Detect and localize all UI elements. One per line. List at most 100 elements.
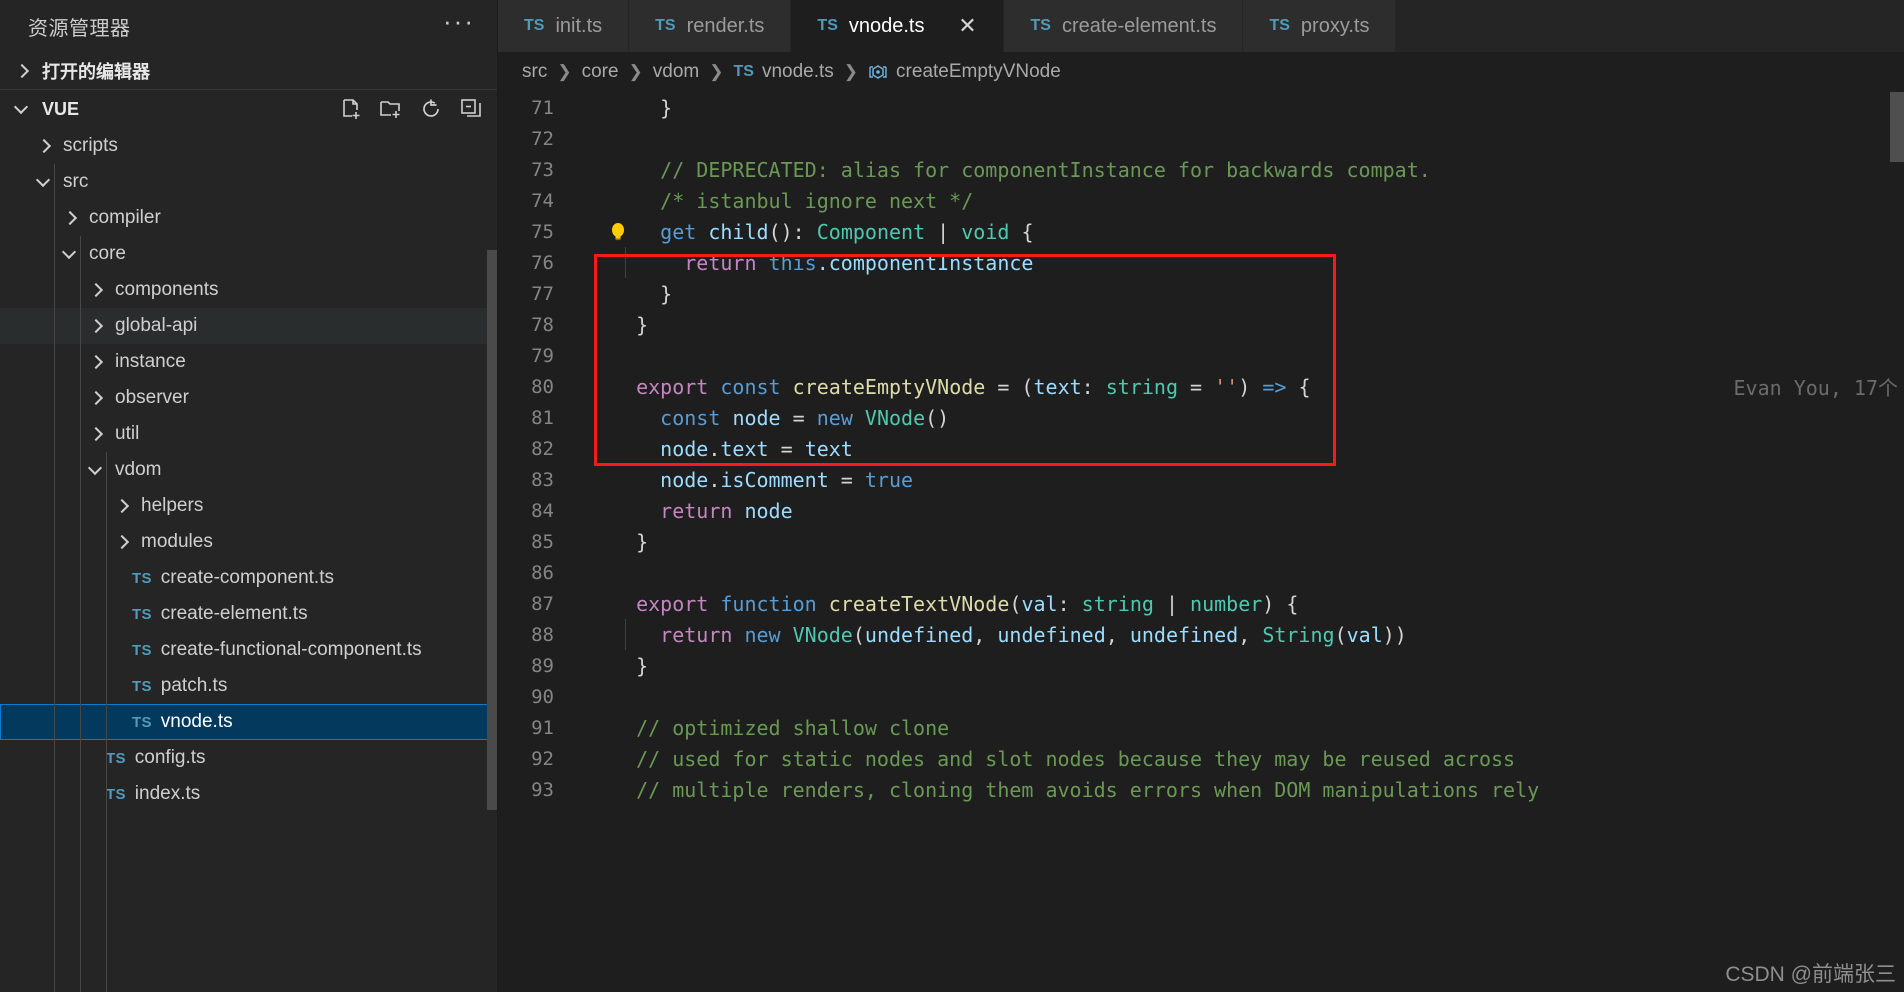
code-line[interactable]: 71 }: [498, 92, 1904, 123]
new-folder-icon[interactable]: [379, 97, 403, 121]
line-number: 72: [531, 127, 554, 150]
code-token: '': [1214, 374, 1239, 399]
code-line[interactable]: 93 // multiple renders, cloning them avo…: [498, 774, 1904, 805]
code-text: }: [570, 96, 672, 120]
tree-folder-vdom[interactable]: vdom: [0, 452, 497, 488]
tree-folder-global-api[interactable]: global-api: [0, 308, 497, 344]
tree-item-label: create-functional-component.ts: [160, 639, 422, 660]
code-token: text: [1033, 374, 1082, 399]
breadcrumb-item[interactable]: src: [522, 61, 547, 83]
close-icon[interactable]: ✕: [957, 15, 977, 37]
tree-folder-instance[interactable]: instance: [0, 344, 497, 380]
editor-tab-proxy.ts[interactable]: TS proxy.ts: [1243, 0, 1397, 52]
breadcrumb-item[interactable]: TS vnode.ts: [734, 61, 834, 83]
tree-file-create-component.ts[interactable]: TS create-component.ts: [0, 560, 497, 596]
code-line[interactable]: 83 node.isComment = true: [498, 464, 1904, 495]
tree-item-label: helpers: [141, 495, 204, 516]
code-line[interactable]: 75 get child(): Component | void {: [498, 216, 1904, 247]
tree-folder-compiler[interactable]: compiler: [0, 200, 497, 236]
explorer-more-actions-button[interactable]: ···: [443, 8, 475, 37]
code-line[interactable]: 87 export function createTextVNode(val: …: [498, 588, 1904, 619]
code-line[interactable]: 73 // DEPRECATED: alias for componentIns…: [498, 154, 1904, 185]
breadcrumb-item[interactable]: vdom: [653, 61, 699, 83]
code-token: (: [1009, 591, 1022, 616]
editor-scrollbar-thumb[interactable]: [1890, 92, 1904, 162]
editor-tab-create-element.ts[interactable]: TS create-element.ts: [1004, 0, 1244, 52]
section-open-editors[interactable]: 打开的编辑器: [0, 52, 497, 90]
editor-tab-render.ts[interactable]: TS render.ts: [629, 0, 792, 52]
code-line[interactable]: 80 export const createEmptyVNode = (text…: [498, 371, 1904, 402]
chevron-right-icon: [114, 497, 132, 515]
tree-file-patch.ts[interactable]: TS patch.ts: [0, 668, 497, 704]
code-editor[interactable]: 71 } 72 73 // DEPRECATED: alias for compon…: [498, 92, 1904, 992]
code-line[interactable]: 84 return node: [498, 495, 1904, 526]
refresh-icon[interactable]: [419, 97, 443, 121]
lightbulb-quickfix-icon[interactable]: [610, 222, 626, 244]
code-token: VNode: [792, 622, 853, 647]
tree-folder-scripts[interactable]: scripts: [0, 128, 497, 164]
tree-item-label: vnode.ts: [160, 711, 233, 732]
editor-tab-vnode.ts[interactable]: TS vnode.ts ✕: [791, 0, 1005, 52]
tree-folder-src[interactable]: src: [0, 164, 497, 200]
code-line[interactable]: 72: [498, 123, 1904, 154]
code-token: {: [1009, 219, 1034, 244]
chevron-right-icon: [36, 137, 54, 155]
tree-item-label: components: [115, 279, 219, 300]
code-line[interactable]: 78 }: [498, 309, 1904, 340]
tree-item-label: compiler: [89, 207, 161, 228]
breadcrumb-label: vdom: [652, 61, 700, 82]
code-line[interactable]: 88 return new VNode(undefined, undefined…: [498, 619, 1904, 650]
typescript-file-icon: TS: [132, 605, 152, 623]
code-line[interactable]: 81 const node = new VNode(): [498, 402, 1904, 433]
editor-tab-init.ts[interactable]: TS init.ts: [498, 0, 630, 52]
sidebar-scrollbar-thumb[interactable]: [487, 250, 497, 810]
chevron-right-icon: [88, 425, 106, 443]
tree-file-config.ts[interactable]: TS config.ts: [0, 740, 497, 776]
code-line[interactable]: 85 }: [498, 526, 1904, 557]
tree-folder-modules[interactable]: modules: [0, 524, 497, 560]
collapse-all-icon[interactable]: [459, 97, 483, 121]
code-line[interactable]: 77 }: [498, 278, 1904, 309]
code-line[interactable]: 89 }: [498, 650, 1904, 681]
tree-file-index.ts[interactable]: TS index.ts: [0, 776, 497, 812]
chevron-right-icon: [88, 281, 106, 299]
breadcrumb-item[interactable]: createEmptyVNode: [868, 61, 1061, 83]
code-token: ,: [1238, 622, 1263, 647]
code-line[interactable]: 82 node.text = text: [498, 433, 1904, 464]
chevron-down-icon: [88, 461, 106, 479]
tree-item-label: util: [115, 423, 140, 444]
code-line[interactable]: 79: [498, 340, 1904, 371]
code-token: /* istanbul ignore next */: [612, 188, 974, 213]
tree-folder-components[interactable]: components: [0, 272, 497, 308]
code-token: string: [1105, 374, 1178, 399]
tree-file-vnode.ts[interactable]: TS vnode.ts: [0, 704, 497, 740]
code-line[interactable]: 74 /* istanbul ignore next */: [498, 185, 1904, 216]
code-line[interactable]: 92 // used for static nodes and slot nod…: [498, 743, 1904, 774]
editor-area: TS init.ts TS render.ts TS vnode.ts ✕ TS create-…: [498, 0, 1904, 992]
breadcrumb-item[interactable]: core: [582, 61, 619, 83]
code-token: get: [660, 219, 697, 244]
tree-item-label: vdom: [115, 459, 162, 480]
git-blame-annotation: Evan You, 17个: [1733, 376, 1899, 400]
tree-folder-helpers[interactable]: helpers: [0, 488, 497, 524]
explorer-title-row: 资源管理器 ···: [0, 0, 497, 52]
tree-folder-util[interactable]: util: [0, 416, 497, 452]
code-line[interactable]: 91 // optimized shallow clone: [498, 712, 1904, 743]
breadcrumb-separator-icon: ❯: [628, 62, 643, 81]
code-line[interactable]: 86: [498, 557, 1904, 588]
tree-folder-observer[interactable]: observer: [0, 380, 497, 416]
code-token: undefined: [997, 622, 1106, 647]
new-file-icon[interactable]: [339, 97, 363, 121]
code-line[interactable]: 76 return this.componentInstance: [498, 247, 1904, 278]
tree-folder-core[interactable]: core: [0, 236, 497, 272]
tree-file-create-functional-component.ts[interactable]: TS create-functional-component.ts: [0, 632, 497, 668]
code-indent-guide: [625, 247, 626, 278]
code-line[interactable]: 90: [498, 681, 1904, 712]
section-workspace[interactable]: VUE: [0, 90, 497, 128]
tree-file-create-element.ts[interactable]: TS create-element.ts: [0, 596, 497, 632]
